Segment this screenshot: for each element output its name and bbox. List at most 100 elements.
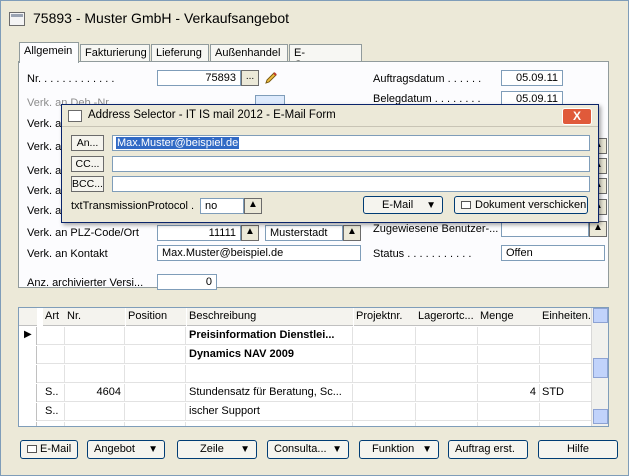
col-menge[interactable]: Menge [478,308,540,326]
cell-lagerort[interactable] [416,365,478,383]
benutzer-lookup[interactable]: ▲ [589,221,607,237]
row-selector[interactable] [19,384,37,402]
plz-lookup-button[interactable]: ▲ [241,225,259,241]
col-nr[interactable]: Nr. [65,308,125,326]
cell-art[interactable] [43,346,65,364]
auftragsdatum-field[interactable]: 05.09.11 [501,70,563,86]
cell-projektnr[interactable] [354,403,416,421]
cell-lagerort[interactable] [416,346,478,364]
tab-lieferung[interactable]: Lieferung [151,44,209,62]
benutzer-field[interactable] [501,221,589,237]
table-row[interactable] [19,422,608,426]
cell-beschreibung[interactable] [187,422,353,426]
cell-beschreibung[interactable]: Preisinformation Dienstlei... [187,327,353,345]
cell-art[interactable] [43,422,65,426]
cell-nr[interactable] [65,403,125,421]
cell-position[interactable] [126,327,186,345]
nr-lookup-button[interactable]: ... [241,70,259,86]
kontakt-field[interactable]: Max.Muster@beispiel.de [157,245,361,261]
col-beschreibung[interactable]: Beschreibung [187,308,353,326]
scroll-down-button[interactable] [593,409,608,424]
table-row[interactable]: Dynamics NAV 2009 [19,346,608,364]
cell-position[interactable] [126,384,186,402]
cell-menge[interactable] [478,403,540,421]
tab-aussenhandel[interactable]: Außenhandel [210,44,288,62]
consulta-button[interactable]: Consulta... ▼ [267,440,349,459]
cell-lagerort[interactable] [416,384,478,402]
hilfe-button[interactable]: Hilfe [538,440,618,459]
nr-field[interactable]: 75893 [157,70,241,86]
cell-lagerort[interactable] [416,422,478,426]
bcc-button[interactable]: BCC... [71,176,104,192]
grid-scrollbar[interactable] [591,308,608,426]
bcc-field[interactable] [112,176,590,192]
scroll-thumb[interactable] [593,358,608,378]
cell-position[interactable] [126,365,186,383]
zeile-button[interactable]: Zeile ▼ [177,440,257,459]
table-row[interactable]: S.. 4604 Stundensatz für Beratung, Sc... 4 S… [19,384,608,402]
an-field[interactable]: Max.Muster@beispiel.de [112,135,590,151]
funktion-button[interactable]: Funktion ▼ [359,440,439,459]
col-projektnr[interactable]: Projektnr. [354,308,416,326]
cell-position[interactable] [126,346,186,364]
cell-beschreibung[interactable] [187,365,353,383]
archiv-field[interactable]: 0 [157,274,217,290]
protocol-field[interactable]: no [200,198,244,214]
row-selector[interactable] [19,365,37,383]
cell-position[interactable] [126,422,186,426]
table-row[interactable]: S.. ischer Support [19,403,608,421]
cell-nr[interactable] [65,422,125,426]
tab-e-commerce[interactable]: E-Commerce [289,44,362,71]
tab-allgemein[interactable]: Allgemein [19,42,79,63]
status-field[interactable]: Offen [501,245,605,261]
col-lagerort[interactable]: Lagerortc... [416,308,478,326]
cell-art[interactable] [43,327,65,345]
email-button[interactable]: E-Mail [20,440,78,459]
cell-menge[interactable]: 4 [478,384,540,402]
cell-art[interactable]: S.. [43,403,65,421]
ort-field[interactable]: Musterstadt [265,225,343,241]
cell-beschreibung[interactable]: ischer Support [187,403,353,421]
cell-lagerort[interactable] [416,403,478,421]
ort-lookup-button[interactable]: ▲ [343,225,361,241]
dialog-email-button[interactable]: E-Mail ▼ [363,196,443,214]
cell-projektnr[interactable] [354,384,416,402]
cell-menge[interactable] [478,346,540,364]
cell-menge[interactable] [478,327,540,345]
cell-beschreibung[interactable]: Stundensatz für Beratung, Sc... [187,384,353,402]
plz-field[interactable]: 11111 [157,225,241,241]
auftrag-erstellen-button[interactable]: Auftrag erst. [448,440,528,459]
cell-lagerort[interactable] [416,327,478,345]
cell-nr[interactable] [65,327,125,345]
cc-field[interactable] [112,156,590,172]
cell-beschreibung[interactable]: Dynamics NAV 2009 [187,346,353,364]
row-selector[interactable] [19,346,37,364]
cell-menge[interactable] [478,365,540,383]
dokument-verschicken-button[interactable]: Dokument verschicken [454,196,588,214]
cell-menge[interactable] [478,422,540,426]
cell-nr[interactable]: 4604 [65,384,125,402]
protocol-dropdown-button[interactable]: ▲ [244,198,262,214]
cell-nr[interactable] [65,365,125,383]
cell-projektnr[interactable] [354,365,416,383]
close-button[interactable]: X [562,108,592,125]
col-art[interactable]: Art [43,308,65,326]
cell-projektnr[interactable] [354,422,416,426]
cell-art[interactable] [43,365,65,383]
row-selector[interactable] [19,422,37,426]
cell-projektnr[interactable] [354,346,416,364]
pencil-icon[interactable] [264,71,278,85]
table-row[interactable]: ▶ Preisinformation Dienstlei... [19,327,608,345]
scroll-up-button[interactable] [593,308,608,323]
row-selector[interactable] [19,403,37,421]
cell-position[interactable] [126,403,186,421]
cell-projektnr[interactable] [354,327,416,345]
tab-fakturierung[interactable]: Fakturierung [80,44,150,62]
angebot-button[interactable]: Angebot ▼ [87,440,165,459]
col-position[interactable]: Position [126,308,186,326]
an-button[interactable]: An... [71,135,104,151]
table-row[interactable] [19,365,608,383]
row-selector[interactable]: ▶ [19,327,37,345]
cell-art[interactable]: S.. [43,384,65,402]
cc-button[interactable]: CC... [71,156,104,172]
